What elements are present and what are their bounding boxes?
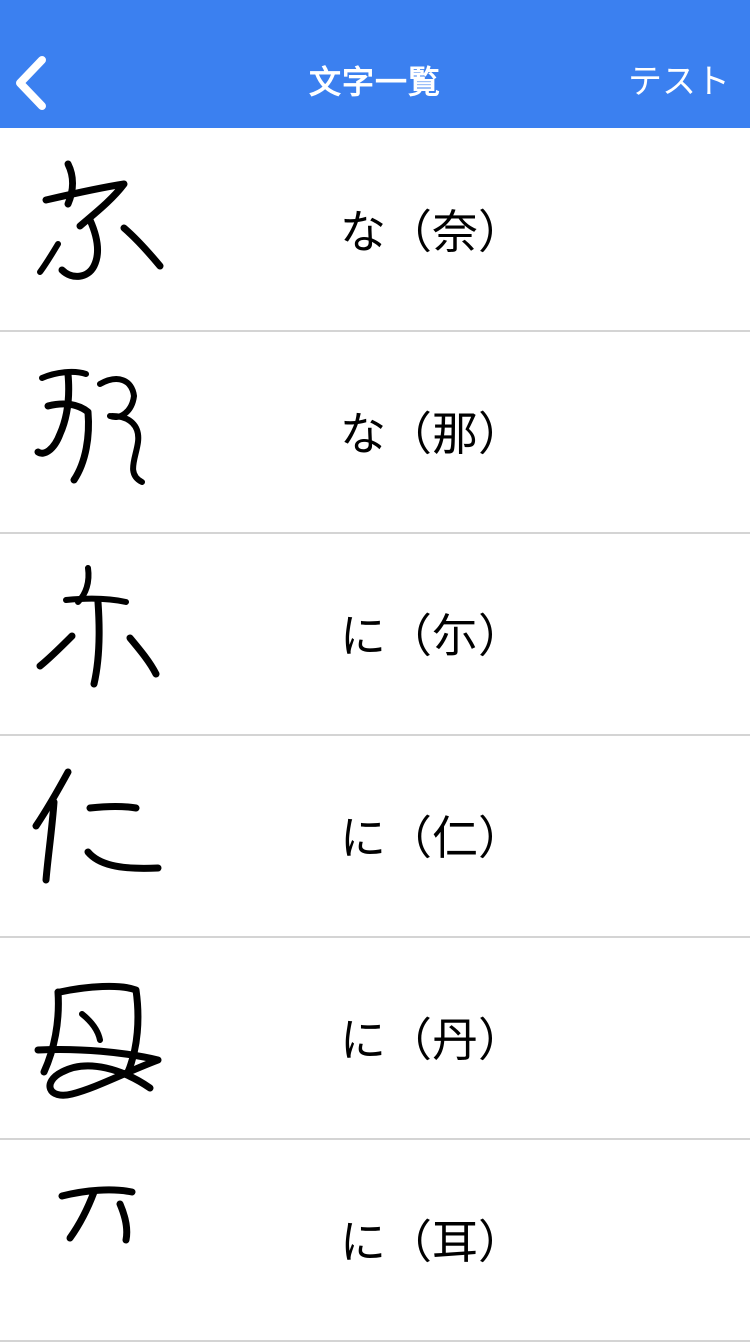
- character-list: な（奈） な（那） に（尓） に（仁） に（丹） に（耳）: [0, 130, 750, 1342]
- list-item[interactable]: に（尓）: [0, 534, 750, 736]
- list-item[interactable]: に（丹）: [0, 938, 750, 1140]
- row-label: に（耳）: [340, 1215, 524, 1269]
- test-button[interactable]: テスト: [628, 60, 730, 104]
- row-label: に（仁）: [340, 811, 524, 865]
- row-label: に（尓）: [340, 609, 524, 663]
- hentaigana-ni-tan-icon: [28, 962, 178, 1112]
- list-item[interactable]: に（仁）: [0, 736, 750, 938]
- hentaigana-ni-ni-icon: [28, 558, 178, 708]
- hentaigana-na-na-icon: [28, 356, 178, 506]
- hentaigana-na-nara-icon: [28, 154, 178, 304]
- list-item[interactable]: な（奈）: [0, 130, 750, 332]
- nav-bar: 文字一覧 テスト: [0, 0, 750, 128]
- hentaigana-ni-jin-icon: [28, 760, 178, 910]
- row-label: な（奈）: [340, 205, 524, 259]
- list-item[interactable]: な（那）: [0, 332, 750, 534]
- list-item[interactable]: に（耳）: [0, 1140, 750, 1342]
- row-label: な（那）: [340, 407, 524, 461]
- row-label: に（丹）: [340, 1013, 524, 1067]
- hentaigana-ni-mimi-icon: [28, 1164, 178, 1314]
